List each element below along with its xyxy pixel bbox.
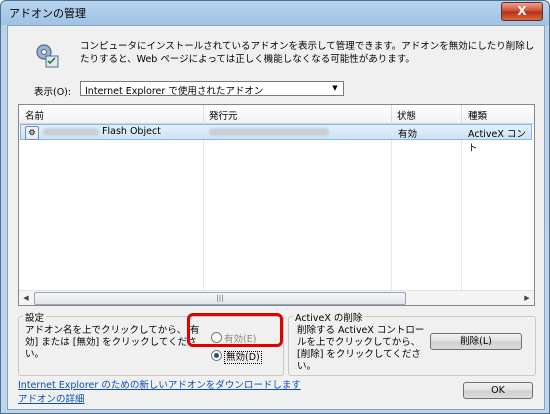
column-line — [391, 123, 392, 291]
column-header-name[interactable]: 名前 — [25, 108, 44, 122]
column-divider[interactable] — [391, 105, 392, 123]
row-type: ActiveX コント — [468, 129, 526, 154]
column-header-status[interactable]: 状態 — [397, 108, 416, 122]
scroll-thumb[interactable]: ||| — [34, 292, 406, 305]
add-on-icon: ⚙ — [25, 126, 39, 140]
redacted-text — [209, 127, 329, 136]
chevron-down-icon[interactable]: ▼ — [329, 83, 341, 94]
settings-instructions: アドオン名を上でクリックしてから、[有効] または [無効] をクリックしてくだ… — [25, 325, 200, 360]
add-on-list[interactable]: 名前 発行元 状態 種類 ⚙ Flash Object 有効 ActiveX コ… — [18, 104, 535, 306]
download-add-ons-link[interactable]: Internet Explorer のための新しいアドオンをダウンロードします — [18, 377, 301, 391]
row-name: Flash Object — [102, 126, 161, 137]
title-bar: アドオンの管理 X — [1, 1, 549, 23]
close-button[interactable]: X — [501, 2, 543, 21]
highlight-box — [187, 313, 283, 347]
disable-radio-label-wrap[interactable]: 無効(D) — [224, 349, 262, 364]
table-row[interactable]: ⚙ Flash Object 有効 ActiveX コント — [20, 124, 532, 154]
column-line — [203, 123, 204, 291]
settings-group-label: 設定 — [23, 310, 47, 324]
row-status: 有効 — [398, 129, 418, 140]
scroll-right-icon[interactable]: ▶ — [520, 291, 534, 305]
delete-button[interactable]: 削除(L) — [430, 333, 522, 350]
scroll-left-icon[interactable]: ◀ — [19, 291, 33, 305]
list-header: 名前 発行元 状態 種類 — [19, 105, 534, 124]
column-divider[interactable] — [461, 105, 462, 123]
activex-instructions: 削除する ActiveX コントロールを上でクリックしてから、[削除] をクリッ… — [297, 325, 425, 372]
column-divider[interactable] — [203, 105, 204, 123]
disable-radio-circle[interactable] — [211, 350, 222, 361]
dialog-body: コンピュータにインストールされているアドオンを表示して管理できます。アドオンを無… — [7, 25, 545, 410]
scroll-thumb-grip: ||| — [216, 294, 224, 302]
add-on-details-link[interactable]: アドオンの詳細 — [18, 391, 85, 405]
activex-delete-group: ActiveX の削除 削除する ActiveX コントロールを上でクリックして… — [288, 310, 536, 376]
gear-icon — [36, 44, 59, 68]
column-header-type[interactable]: 種類 — [468, 108, 487, 122]
redacted-text — [43, 127, 99, 136]
row-publisher-cell — [209, 126, 329, 137]
activex-group-label: ActiveX の削除 — [293, 310, 365, 324]
window-title: アドオンの管理 — [9, 7, 86, 20]
horizontal-scrollbar[interactable]: ◀ ||| ▶ — [19, 290, 534, 305]
show-dropdown[interactable]: Internet Explorer で使用されたアドオン ▼ — [80, 81, 344, 97]
column-line — [461, 123, 462, 291]
ok-button[interactable]: OK — [463, 382, 533, 399]
disable-radio-label[interactable]: 無効(D) — [224, 351, 262, 364]
row-name-cell: Flash Object — [43, 126, 161, 137]
show-label: 表示(O): — [34, 87, 72, 98]
show-dropdown-value: Internet Explorer で使用されたアドオン — [85, 86, 264, 97]
description-text: コンピュータにインストールされているアドオンを表示して管理できます。アドオンを無… — [80, 41, 535, 65]
column-header-publisher[interactable]: 発行元 — [209, 108, 238, 122]
add-on-manager-window: アドオンの管理 X コンピュータにインストールされているアドオンを表示して管理で… — [0, 0, 550, 414]
